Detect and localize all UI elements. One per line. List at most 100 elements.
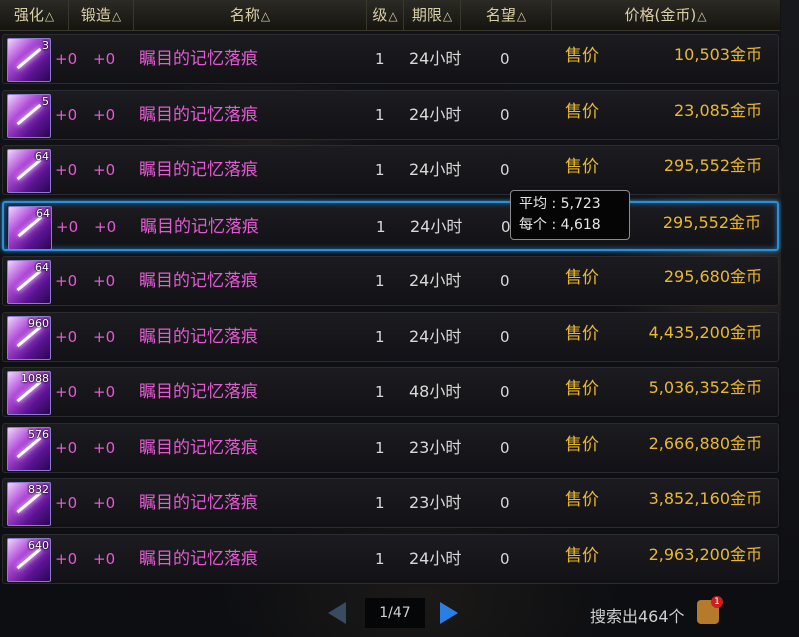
item-price: 23,085金币 xyxy=(674,101,762,120)
sale-label: 售价 xyxy=(565,268,599,288)
sale-label: 售价 xyxy=(565,546,599,566)
side-panel xyxy=(781,0,799,580)
item-quantity: 3 xyxy=(42,39,49,52)
item-icon[interactable]: 64 xyxy=(8,206,52,250)
item-quantity: 640 xyxy=(28,539,49,552)
header-duration-label: 期限 xyxy=(411,6,442,24)
item-duration: 23小时 xyxy=(409,438,462,457)
item-icon[interactable]: 960 xyxy=(7,316,51,360)
item-fame: 0 xyxy=(500,272,510,290)
item-fame: 0 xyxy=(500,161,510,179)
header-forge[interactable]: 锻造△ xyxy=(69,0,134,30)
prev-page-icon[interactable] xyxy=(328,602,346,624)
enhance-value: +0 xyxy=(56,218,79,236)
item-name[interactable]: 瞩目的记忆落痕 xyxy=(139,424,258,472)
item-price: 295,552金币 xyxy=(663,156,762,175)
tooltip-each: 每个 : 4,618 xyxy=(519,217,601,233)
table-row[interactable]: 5 +0 +0 瞩目的记忆落痕 1 24小时 0 售价 23,085金币 xyxy=(2,90,779,140)
forge-value: +0 xyxy=(93,439,116,457)
table-row[interactable]: 576 +0 +0 瞩目的记忆落痕 1 23小时 0 售价 2,666,880金币 xyxy=(2,423,779,473)
item-level: 1 xyxy=(375,328,385,346)
item-price: 3,852,160金币 xyxy=(648,489,762,508)
item-name[interactable]: 瞩目的记忆落痕 xyxy=(139,313,258,361)
item-price: 5,036,352金币 xyxy=(648,378,762,397)
tooltip-average: 平均 : 5,723 xyxy=(519,196,601,212)
sort-arrow-icon: △ xyxy=(111,9,122,23)
item-duration: 24小时 xyxy=(409,549,462,568)
item-level: 1 xyxy=(375,50,385,68)
item-price: 2,666,880金币 xyxy=(648,434,762,453)
header-fame[interactable]: 名望△ xyxy=(461,0,552,30)
item-icon[interactable]: 64 xyxy=(7,149,51,193)
header-price-label: 价格(金币) xyxy=(624,6,697,24)
table-row[interactable]: 64+0+0瞩目的记忆落痕124小时0售价295,552金币 xyxy=(2,201,779,251)
item-quantity: 832 xyxy=(28,483,49,496)
item-name[interactable]: 瞩目的记忆落痕 xyxy=(139,35,258,83)
table-row[interactable]: 1088 +0 +0 瞩目的记忆落痕 1 48小时 0 售价 5,036,352金币 xyxy=(2,367,779,417)
item-name[interactable]: 瞩目的记忆落痕 xyxy=(139,479,258,527)
forge-value: +0 xyxy=(93,328,116,346)
enhance-value: +0 xyxy=(55,383,78,401)
item-level: 1 xyxy=(375,161,385,179)
item-quantity: 1088 xyxy=(21,372,49,385)
header-name[interactable]: 名称△ xyxy=(134,0,367,30)
next-page-icon[interactable] xyxy=(440,602,458,624)
forge-value: +0 xyxy=(93,50,116,68)
item-icon[interactable]: 832 xyxy=(7,482,51,526)
item-icon[interactable]: 3 xyxy=(7,38,51,82)
header-enhance[interactable]: 强化△ xyxy=(0,0,69,30)
item-price: 2,963,200金币 xyxy=(648,545,762,564)
page-indicator: 1/47 xyxy=(365,598,425,628)
forge-value: +0 xyxy=(93,106,116,124)
item-name[interactable]: 瞩目的记忆落痕 xyxy=(139,91,258,139)
item-duration: 24小时 xyxy=(409,105,462,124)
item-duration: 24小时 xyxy=(409,49,462,68)
table-row[interactable]: 64 +0 +0 瞩目的记忆落痕 1 24小时 0 售价 295,680金币 xyxy=(2,256,779,306)
sort-arrow-icon: △ xyxy=(516,9,527,23)
item-icon[interactable]: 64 xyxy=(7,260,51,304)
item-fame: 0 xyxy=(500,50,510,68)
item-fame: 0 xyxy=(500,494,510,512)
inventory-bag-icon[interactable]: 1 xyxy=(697,596,723,624)
table-row[interactable]: 832 +0 +0 瞩目的记忆落痕 1 23小时 0 售价 3,852,160金币 xyxy=(2,478,779,528)
item-level: 1 xyxy=(375,383,385,401)
item-duration: 24小时 xyxy=(410,217,463,236)
item-duration: 24小时 xyxy=(409,327,462,346)
sale-label: 售价 xyxy=(565,435,599,455)
sale-label: 售价 xyxy=(565,46,599,66)
header-level[interactable]: 级△ xyxy=(367,0,404,30)
header-duration[interactable]: 期限△ xyxy=(404,0,461,30)
sort-arrow-icon: △ xyxy=(442,9,453,23)
table-row[interactable]: 960 +0 +0 瞩目的记忆落痕 1 24小时 0 售价 4,435,200金币 xyxy=(2,312,779,362)
item-name[interactable]: 瞩目的记忆落痕 xyxy=(139,257,258,305)
sale-label: 售价 xyxy=(565,490,599,510)
item-icon[interactable]: 1088 xyxy=(7,371,51,415)
item-name[interactable]: 瞩目的记忆落痕 xyxy=(139,535,258,583)
item-icon[interactable]: 640 xyxy=(7,538,51,582)
enhance-value: +0 xyxy=(55,550,78,568)
header-price[interactable]: 价格(金币)△ xyxy=(552,0,779,30)
item-name[interactable]: 瞩目的记忆落痕 xyxy=(139,146,258,194)
sale-label: 售价 xyxy=(565,157,599,177)
forge-value: +0 xyxy=(93,272,116,290)
item-quantity: 960 xyxy=(28,317,49,330)
item-duration: 24小时 xyxy=(409,271,462,290)
header-level-label: 级 xyxy=(372,6,388,24)
sort-arrow-icon: △ xyxy=(388,9,398,23)
search-result-count: 搜索出464个 xyxy=(590,607,685,626)
item-fame: 0 xyxy=(500,106,510,124)
item-name[interactable]: 瞩目的记忆落痕 xyxy=(139,368,258,416)
item-icon[interactable]: 576 xyxy=(7,427,51,471)
item-price: 295,680金币 xyxy=(663,267,762,286)
table-row[interactable]: 640 +0 +0 瞩目的记忆落痕 1 24小时 0 售价 2,963,200金币 xyxy=(2,534,779,584)
item-level: 1 xyxy=(375,550,385,568)
header-fame-label: 名望 xyxy=(485,6,516,24)
notification-badge: 1 xyxy=(711,596,723,608)
table-row[interactable]: 64+0+0瞩目的记忆落痕124小时0售价295,552金币 xyxy=(2,145,779,195)
forge-value: +0 xyxy=(93,550,116,568)
item-name[interactable]: 瞩目的记忆落痕 xyxy=(140,203,259,251)
table-row[interactable]: 3 +0 +0 瞩目的记忆落痕 1 24小时 0 售价 10,503金币 xyxy=(2,34,779,84)
item-icon[interactable]: 5 xyxy=(7,94,51,138)
sort-arrow-icon: △ xyxy=(260,9,271,23)
item-duration: 24小时 xyxy=(409,160,462,179)
